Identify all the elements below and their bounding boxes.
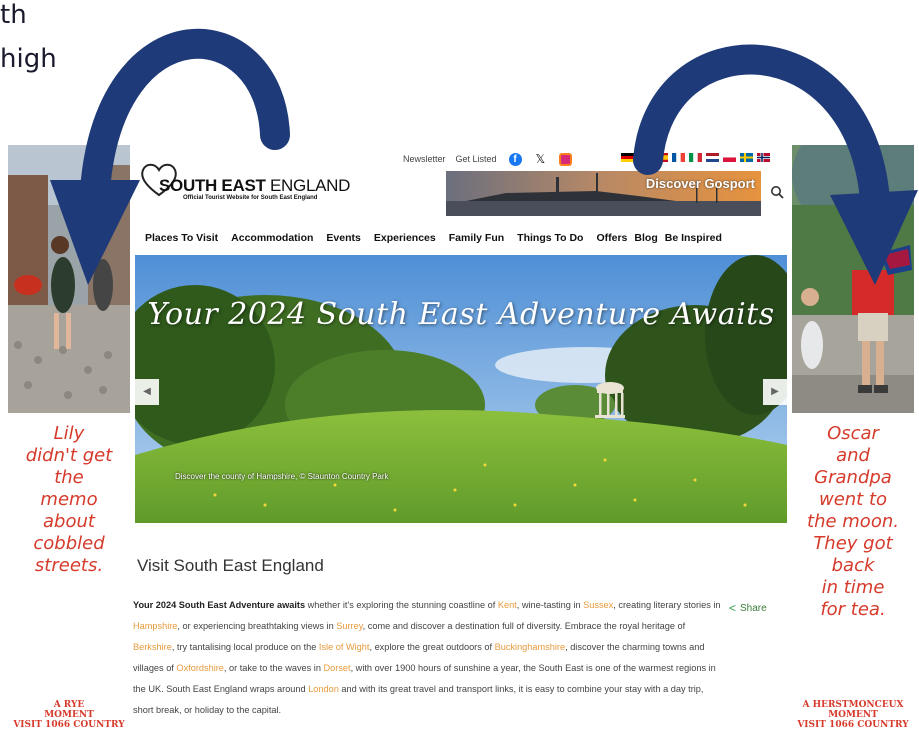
link-oxfordshire[interactable]: Oxfordshire	[176, 663, 224, 673]
nav-events[interactable]: Events	[326, 232, 360, 244]
link-london[interactable]: London	[308, 684, 339, 694]
link-kent[interactable]: Kent	[498, 600, 517, 610]
right-ad-footer: A HERSTMONCEUX MOMENT VISIT 1066 COUNTRY	[797, 700, 909, 730]
left-side-ad[interactable]: Lily didn't get the memo about cobbled s…	[8, 145, 130, 742]
link-isle-of-wight[interactable]: Isle of Wight	[319, 642, 370, 652]
logo-subtitle: Official Tourist Website for South East …	[183, 195, 318, 201]
left-ad-message: Lily didn't get the memo about cobbled s…	[25, 423, 113, 576]
logo-title: SOUTH EAST ENGLAND	[159, 176, 351, 195]
right-side-ad[interactable]: Oscar and Grandpa went to the moon. They…	[792, 145, 914, 742]
site-logo[interactable]: SOUTH EAST ENGLAND Official Tourist Webs…	[139, 159, 359, 209]
flag-norway-icon[interactable]	[757, 153, 770, 162]
instagram-icon[interactable]	[559, 152, 573, 166]
overlay-caption-line2: high	[0, 44, 57, 74]
main-nav: Places To Visit Accommodation Events Exp…	[145, 232, 722, 244]
flag-uk-icon[interactable]	[638, 153, 651, 162]
nav-offers[interactable]: Offers	[596, 232, 627, 244]
website-main: SOUTH EAST ENGLAND Official Tourist Webs…	[133, 145, 790, 742]
flag-spain-icon[interactable]	[655, 153, 668, 162]
x-icon[interactable]: 𝕏	[536, 152, 546, 166]
link-hampshire[interactable]: Hampshire	[133, 621, 177, 631]
flag-netherlands-icon[interactable]	[706, 153, 719, 162]
nav-experiences[interactable]: Experiences	[374, 232, 436, 244]
top-links: Newsletter Get Listed f 𝕏	[403, 152, 573, 166]
right-ad-message: Oscar and Grandpa went to the moon. They…	[807, 423, 899, 620]
link-surrey[interactable]: Surrey	[336, 621, 362, 631]
gosport-banner-ad[interactable]: Discover Gosport	[446, 171, 761, 216]
share-icon: <	[729, 601, 737, 615]
left-ad-footer: A RYE MOMENT VISIT 1066 COUNTRY	[13, 700, 125, 730]
right-ad-photo	[792, 145, 914, 413]
share-label: Share	[740, 602, 767, 614]
link-sussex[interactable]: Sussex	[583, 600, 613, 610]
search-icon[interactable]	[770, 185, 784, 199]
language-flags	[621, 153, 770, 162]
social-links: f 𝕏	[508, 152, 573, 166]
newsletter-link[interactable]: Newsletter	[403, 154, 446, 164]
left-ad-photo	[8, 145, 130, 413]
flag-france-icon[interactable]	[672, 153, 685, 162]
hero-slider[interactable]: Your 2024 South East Adventure Awaits Di…	[135, 255, 787, 523]
nav-accommodation[interactable]: Accommodation	[231, 232, 313, 244]
facebook-icon[interactable]: f	[508, 152, 522, 166]
flag-poland-icon[interactable]	[723, 153, 736, 162]
nav-blog[interactable]: Blog	[634, 232, 657, 244]
link-berkshire[interactable]: Berkshire	[133, 642, 172, 652]
flag-german-icon[interactable]	[621, 153, 634, 162]
link-buckinghamshire[interactable]: Buckinghamshire	[495, 642, 565, 652]
nav-things-to-do[interactable]: Things To Do	[517, 232, 583, 244]
intro-paragraph: Your 2024 South East Adventure awaits wh…	[133, 600, 721, 715]
overlay-caption-line1: th	[0, 0, 27, 30]
nav-places-to-visit[interactable]: Places To Visit	[145, 232, 218, 244]
share-button[interactable]: < Share	[729, 601, 767, 615]
get-listed-link[interactable]: Get Listed	[456, 154, 497, 164]
nav-be-inspired[interactable]: Be Inspired	[665, 232, 722, 244]
section-title: Visit South East England	[137, 556, 324, 575]
slider-next-button[interactable]: ▶	[763, 379, 787, 405]
hero-title: Your 2024 South East Adventure Awaits	[147, 297, 775, 332]
banner-text: Discover Gosport	[645, 176, 755, 191]
intro-lead: Your 2024 South East Adventure awaits	[133, 600, 306, 610]
flag-sweden-icon[interactable]	[740, 153, 753, 162]
hero-image	[135, 255, 787, 523]
flag-italy-icon[interactable]	[689, 153, 702, 162]
hero-caption: Discover the county of Hampshire, © Stau…	[175, 472, 389, 481]
nav-family-fun[interactable]: Family Fun	[449, 232, 504, 244]
link-dorset[interactable]: Dorset	[324, 663, 351, 673]
slider-prev-button[interactable]: ◀	[135, 379, 159, 405]
